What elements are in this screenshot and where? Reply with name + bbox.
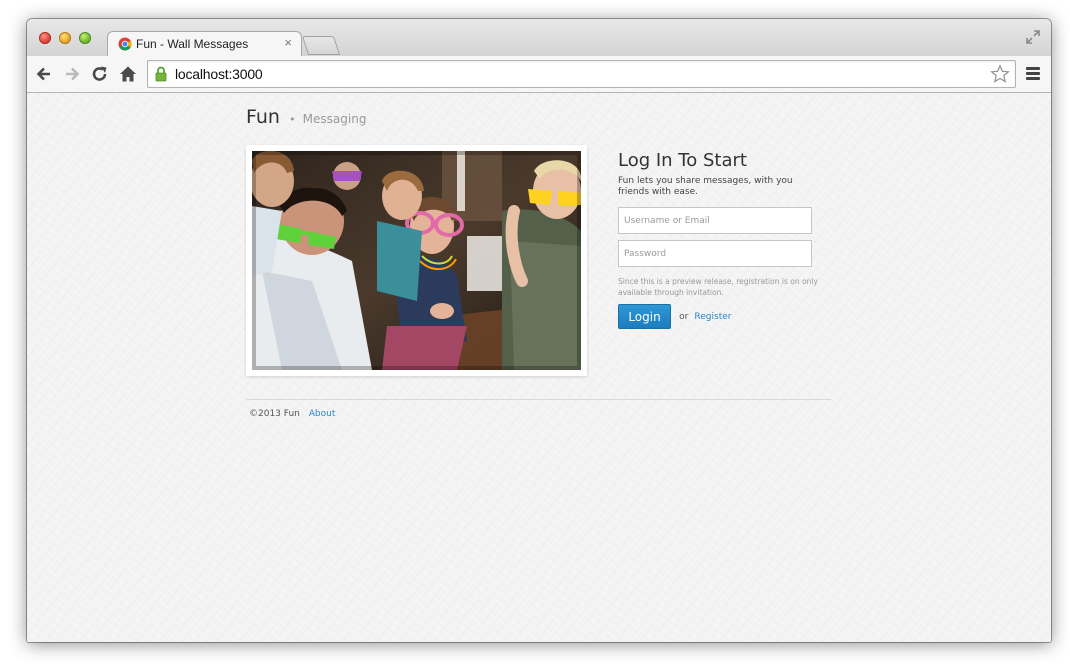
login-title: Log In To Start	[618, 150, 747, 171]
home-icon[interactable]	[118, 64, 138, 84]
login-panel: Log In To Start Fun lets you share messa…	[618, 150, 818, 329]
browser-titlebar: Fun - Wall Messages ×	[27, 19, 1051, 57]
back-arrow-icon[interactable]	[34, 64, 54, 84]
hamburger-menu-icon[interactable]	[1026, 67, 1040, 81]
forward-arrow-icon[interactable]	[62, 64, 82, 84]
lock-icon	[155, 66, 167, 82]
browser-toolbar: localhost:3000	[27, 56, 1051, 93]
browser-tab-active[interactable]: Fun - Wall Messages ×	[107, 31, 302, 57]
username-input[interactable]	[618, 207, 812, 234]
new-tab-button[interactable]	[301, 36, 341, 55]
about-link[interactable]: About	[309, 409, 336, 419]
url-text[interactable]: localhost:3000	[175, 66, 263, 82]
page-viewport: Fun • Messaging Log In To Start Fun lets…	[27, 93, 1051, 642]
chrome-icon	[118, 37, 132, 51]
or-text: or	[679, 311, 689, 322]
footer-divider	[246, 399, 831, 400]
tab-title: Fun - Wall Messages	[136, 37, 249, 51]
site-header: Fun • Messaging	[246, 106, 366, 128]
login-actions: Login or Register	[618, 304, 818, 329]
zoom-window-button[interactable]	[79, 32, 91, 44]
browser-window: Fun - Wall Messages × localhost:3000 Fun…	[27, 19, 1051, 642]
fullscreen-icon[interactable]	[1025, 29, 1041, 45]
close-window-button[interactable]	[39, 32, 51, 44]
site-brand[interactable]: Fun	[246, 106, 280, 128]
password-input[interactable]	[618, 240, 812, 267]
minimize-window-button[interactable]	[59, 32, 71, 44]
star-icon[interactable]	[990, 64, 1010, 84]
site-subtitle: Messaging	[302, 112, 367, 126]
hero-photo	[252, 151, 581, 370]
footer: ©2013 Fun About	[249, 409, 335, 419]
login-description: Fun lets you share messages, with you fr…	[618, 176, 793, 197]
register-link[interactable]: Register	[694, 312, 731, 322]
invitation-notice: Since this is a preview release, registr…	[618, 277, 818, 297]
tab-close-icon[interactable]: ×	[284, 35, 292, 50]
brand-separator: •	[289, 113, 296, 126]
copyright-text: ©2013 Fun	[249, 409, 300, 419]
reload-icon[interactable]	[90, 64, 110, 84]
login-button[interactable]: Login	[618, 304, 671, 329]
address-bar[interactable]: localhost:3000	[147, 60, 1016, 88]
hero-photo-frame	[246, 145, 587, 376]
